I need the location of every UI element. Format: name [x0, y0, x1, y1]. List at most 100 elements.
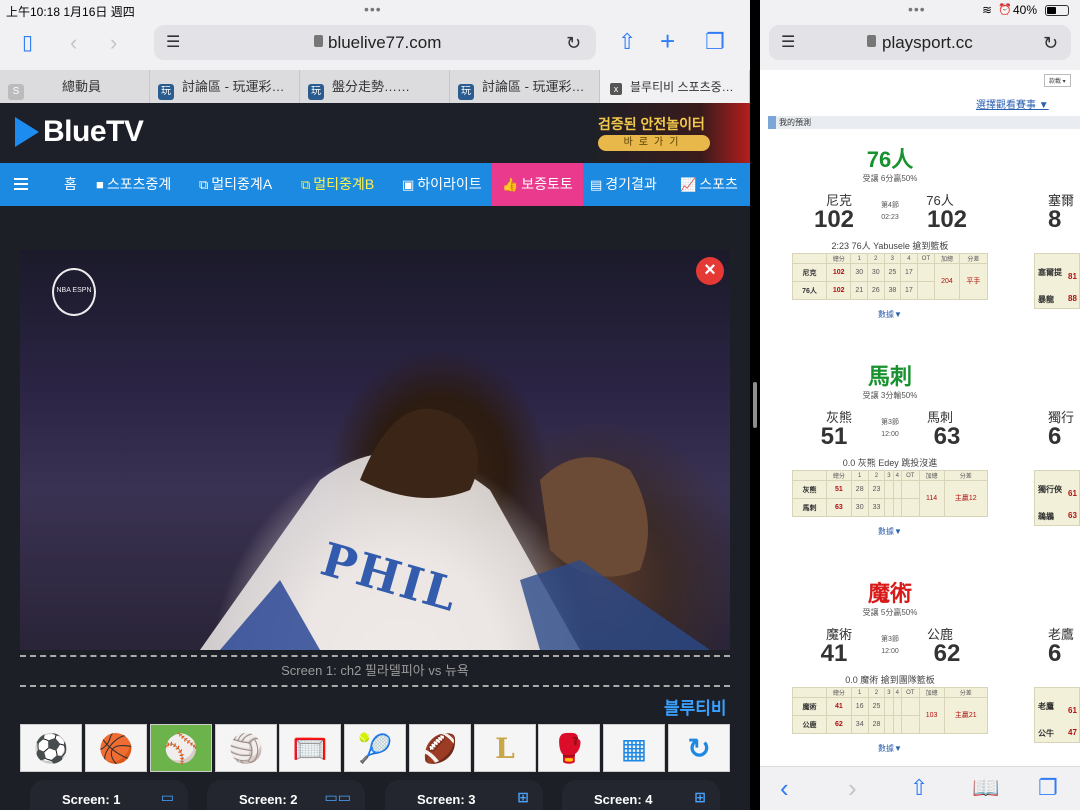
screen-4-button[interactable]: Screen: 4 ⊞: [562, 780, 720, 810]
play-logo-icon: [15, 117, 39, 147]
box-quarter: 30: [867, 263, 885, 282]
promo-banner[interactable]: 검증된 안전놀이터 바로가기: [588, 103, 750, 163]
box-quarter: 25: [867, 697, 886, 716]
soccer-icon[interactable]: ⚽: [20, 724, 82, 772]
boxing-icon[interactable]: 🥊: [538, 724, 600, 772]
tabs-overview-icon[interactable]: ❐: [705, 31, 725, 53]
multitask-dots-icon[interactable]: •••: [364, 2, 382, 16]
box-quarter: [884, 697, 894, 716]
share-icon[interactable]: ⇧: [618, 31, 636, 53]
screen-1-button[interactable]: Screen: 1 ▭: [30, 780, 188, 810]
box-team: 尼克: [792, 263, 827, 282]
side-team-2: 公牛: [1038, 729, 1054, 738]
right-address-bar[interactable]: ☰ playsport.cc ↻: [769, 25, 1071, 60]
reload-icon[interactable]: ↻: [566, 32, 581, 54]
back-icon[interactable]: ‹: [70, 32, 77, 54]
video-icon: ■: [96, 177, 104, 192]
promo-title: 검증된 안전놀이터: [598, 116, 705, 132]
box-team: 魔術: [792, 697, 827, 716]
box-quarter: [892, 697, 902, 716]
box-total: 51: [826, 480, 852, 499]
tab-3[interactable]: 玩盤分走勢……: [300, 70, 450, 103]
reader-icon[interactable]: ☰: [781, 32, 795, 54]
lol-icon[interactable]: L: [474, 724, 536, 772]
right-browser-pane: ••• ≋ ⏰ 40% ☰ playsport.cc ↻ 款載 ▾ 選擇觀看賽事…: [760, 0, 1080, 810]
tab-2[interactable]: 玩討論區 - 玩運彩…: [150, 70, 300, 103]
baseball-icon[interactable]: ⚾: [150, 724, 212, 772]
tab-close-icon[interactable]: x: [610, 83, 622, 95]
side-box: 塞爾提 81 暴龍 88: [1034, 253, 1080, 309]
nav-sports-live[interactable]: ■ 스포츠중계: [96, 163, 171, 206]
nav-highlights[interactable]: ▣ 하이라이트: [402, 163, 482, 206]
new-tab-icon[interactable]: +: [660, 28, 675, 54]
nav-guarantee-toto[interactable]: 👍 보증토토: [492, 163, 583, 206]
box-quarter: 21: [850, 281, 869, 300]
tab-4[interactable]: 玩討論區 - 玩運彩…: [450, 70, 600, 103]
box-header: 2: [867, 253, 885, 264]
home-score: 62: [933, 640, 961, 667]
nav-multi-b[interactable]: ⧉ 멀티중계B: [301, 163, 374, 206]
sports-icon-row: ⚽ 🏀 ⚾ 🏐 🥅 🎾 🏈 L 🥊 ▦ ↻: [20, 724, 730, 772]
game-clock: 12:00: [881, 648, 899, 655]
option-select[interactable]: 款載 ▾: [1044, 74, 1071, 87]
predicted-team: 馬刺: [867, 364, 912, 389]
stats-toggle[interactable]: 數據▼: [860, 526, 920, 537]
reload-icon[interactable]: ↻: [1043, 32, 1058, 54]
screen-3-button[interactable]: Screen: 3 ⊞: [385, 780, 543, 810]
forward-icon[interactable]: ›: [110, 32, 117, 54]
left-address-bar[interactable]: ☰ bluelive77.com ↻: [154, 25, 596, 60]
tennis-icon[interactable]: 🎾: [344, 724, 406, 772]
stats-toggle[interactable]: 數據▼: [860, 309, 920, 320]
tabs-overview-icon[interactable]: ❐: [1038, 777, 1058, 799]
side-team-1: 塞爾提: [1038, 268, 1062, 277]
close-video-button[interactable]: ×: [696, 257, 724, 285]
choose-game-link[interactable]: 選擇觀看賽事 ▼: [976, 96, 1049, 111]
promo-button[interactable]: 바로가기: [598, 135, 710, 151]
share-icon[interactable]: ⇧: [910, 777, 928, 799]
tab-1[interactable]: S 總動員: [0, 70, 150, 103]
football-icon[interactable]: 🏈: [409, 724, 471, 772]
left-browser-pane: 上午10:18 1月16日 週四 ••• ▯ ‹ › ⇧ + ❐ ☰ bluel…: [0, 0, 750, 810]
forward-icon[interactable]: ›: [848, 775, 857, 801]
stats-toggle[interactable]: 數據▼: [860, 743, 920, 754]
box-total: 63: [826, 498, 852, 517]
reader-icon[interactable]: ☰: [166, 32, 180, 54]
left-url-text: bluelive77.com: [328, 33, 442, 52]
screen-2-button[interactable]: Screen: 2 ▭▭: [207, 780, 365, 810]
side-game-card: 塞爾 8 塞爾提 81 暴龍 88: [1034, 190, 1080, 320]
tab-5-active[interactable]: x 블루티비 스포츠중…: [600, 70, 750, 103]
basketball-icon[interactable]: 🏀: [85, 724, 147, 772]
box-header: OT: [900, 470, 920, 481]
side-score: 6: [1048, 640, 1062, 667]
bookmarks-icon[interactable]: 📖: [972, 777, 999, 799]
tab-label: 總動員: [62, 79, 102, 94]
nav-label: 보증토토: [521, 176, 573, 192]
box-quarter: [916, 263, 936, 282]
box-quarter: [892, 715, 902, 734]
box-team: 馬刺: [792, 498, 827, 517]
bottom-toolbar: ‹ › ⇧ 📖 ❐: [760, 766, 1080, 810]
back-icon[interactable]: ‹: [780, 775, 789, 801]
main-nav: 홈 ■ 스포츠중계 ⧉ 멀티중계A ⧉ 멀티중계B ▣ 하이라이트 👍 보증토토 ▤ 경기결…: [0, 163, 750, 206]
box-quarter: 28: [850, 480, 869, 499]
nav-results[interactable]: ▤ 경기결과: [590, 163, 657, 206]
box-quarter: [900, 715, 920, 734]
box-score-table: 總分 1 2 3 4 OT 加總 分差 灰熊 51 28 23 114 主贏12 馬刺 63 30 33: [792, 470, 988, 517]
box-header: 分差: [958, 253, 989, 264]
nav-multi-a[interactable]: ⧉ 멀티중계A: [199, 163, 272, 206]
hockey-icon[interactable]: 🥅: [279, 724, 341, 772]
status-bar-right: ••• ≋ ⏰ 40%: [760, 0, 1080, 20]
box-header: OT: [916, 253, 936, 264]
prediction-odds: 受讓 6分贏50%: [862, 174, 918, 183]
nav-sports[interactable]: 📈 스포츠: [680, 163, 738, 206]
menu-icon[interactable]: [14, 178, 28, 190]
video-player[interactable]: NBA ESPN PHIL ×: [20, 250, 730, 650]
split-handle[interactable]: [753, 382, 757, 428]
volleyball-icon[interactable]: 🏐: [215, 724, 277, 772]
monitor-icon[interactable]: ▦: [603, 724, 665, 772]
battery-icon: [1045, 5, 1069, 16]
sidebar-icon[interactable]: ▯: [22, 32, 33, 54]
multitask-dots-icon[interactable]: •••: [908, 2, 926, 16]
nav-home[interactable]: 홈: [64, 163, 77, 206]
refresh-icon[interactable]: ↻: [668, 724, 730, 772]
